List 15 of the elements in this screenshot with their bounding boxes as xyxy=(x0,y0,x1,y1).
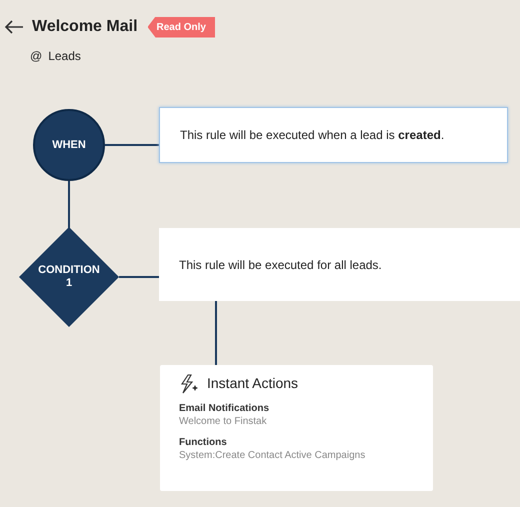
action-value: System:Create Contact Active Campaigns xyxy=(179,449,366,462)
when-node: WHEN xyxy=(33,109,105,181)
at-symbol: @ xyxy=(30,48,42,65)
read-only-badge: Read Only xyxy=(148,16,215,38)
back-arrow-icon[interactable] xyxy=(4,20,24,34)
action-heading: Email Notifications xyxy=(179,402,270,415)
condition-node: CONDITION 1 xyxy=(19,227,119,327)
lightning-icon xyxy=(179,374,199,394)
rule-description: This rule will be executed when a lead is created. xyxy=(180,127,444,144)
action-value: Welcome to Finstak xyxy=(179,415,268,428)
actions-title: Instant Actions xyxy=(207,374,298,393)
module-name: Leads xyxy=(48,48,81,65)
action-heading: Functions xyxy=(179,436,228,449)
rule-description: This rule will be executed for all leads. xyxy=(179,256,382,274)
page-title: Welcome Mail xyxy=(32,17,138,37)
